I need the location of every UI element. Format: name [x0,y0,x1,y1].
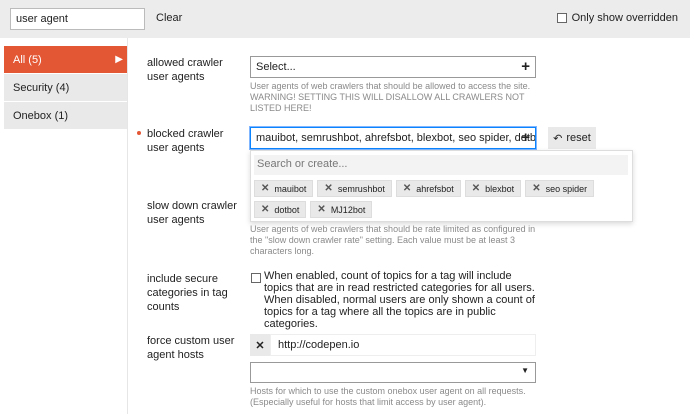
close-icon[interactable]: ✕ [324,183,332,194]
allowed-crawlers-description: User agents of web crawlers that should … [250,81,531,113]
sidebar-item-all[interactable]: All (5) ▶ [4,46,128,74]
chip-dotbot[interactable]: ✕ dotbot [254,201,307,218]
close-icon[interactable]: ✕ [403,183,411,194]
chip-label: dotbot [274,204,300,215]
blocked-crawlers-dropdown: Search or create... ✕ mauibot ✕ semrushbot… [250,150,633,222]
remove-host-button[interactable]: ✕ [250,334,270,356]
only-overridden-toggle[interactable]: Only show overridden [556,12,678,24]
sidebar-item-security[interactable]: Security (4) [4,74,128,102]
allowed-crawlers-select[interactable]: Select... + [250,56,536,78]
sidebar-item-onebox[interactable]: Onebox (1) [4,102,128,130]
close-icon: ✕ [255,339,265,352]
close-icon[interactable]: ✕ [317,204,325,215]
caret-down-icon: ▼ [521,366,529,375]
plus-icon[interactable]: + [521,58,530,75]
chip-label: blexbot [485,183,515,194]
blocked-crawlers-select[interactable]: mauibot, semrushbot, ahrefsbot, blexbot,… [250,127,536,149]
chip-mj12bot[interactable]: ✕ MJ12bot [310,201,373,218]
add-host-select[interactable]: ▼ [250,362,536,383]
only-overridden-checkbox[interactable] [556,13,567,23]
divider [127,38,128,414]
clear-button[interactable]: Clear [156,12,182,24]
reset-button[interactable]: ↶ reset [548,127,596,149]
chip-label: ahrefsbot [416,183,454,194]
overridden-indicator [137,131,141,135]
chip-blexbot[interactable]: ✕ blexbot [464,180,522,197]
search-or-create-input[interactable]: Search or create... [254,155,628,175]
chip-label: mauibot [274,183,307,194]
chip-seo-spider[interactable]: ✕ seo spider [525,180,595,197]
sidebar-item-label: All (5) [13,54,42,66]
sidebar-item-label: Security (4) [13,82,70,94]
allowed-crawlers-value: Select... [256,61,296,73]
close-icon[interactable]: ✕ [532,183,540,194]
blocked-crawlers-value: mauibot, semrushbot, ahrefsbot, blexbot,… [256,132,536,144]
setting-label-allowed-crawlers: allowed crawler user agents [147,57,223,83]
chip-semrushbot[interactable]: ✕ semrushbot [317,180,392,197]
secure-categories-checkbox[interactable] [251,273,261,283]
reset-label: reset [566,132,591,144]
undo-icon: ↶ [553,132,563,145]
close-icon[interactable]: ✕ [472,183,480,194]
chevron-right-icon: ▶ [115,54,123,65]
only-overridden-label: Only show overridden [571,12,678,24]
chip-mauibot[interactable]: ✕ mauibot [254,180,314,197]
secure-categories-row: When enabled, count of topics for a tag … [250,270,540,330]
slow-down-crawlers-description: User agents of web crawlers that should … [250,224,536,256]
custom-hosts-description: Hosts for which to use the custom onebox… [250,386,526,407]
chip-ahrefsbot[interactable]: ✕ ahrefsbot [395,180,461,197]
sidebar-item-label: Onebox (1) [13,110,69,122]
host-input[interactable]: http://codepen.io [270,334,536,356]
close-icon[interactable]: ✕ [261,183,269,194]
chip-label: semrushbot [337,183,385,194]
setting-label-secure-categories: include secure categories in tag counts [147,273,228,313]
setting-label-blocked-crawlers: blocked crawler user agents [147,128,224,154]
chip-label: MJ12bot [330,204,366,215]
plus-icon[interactable]: + [521,129,530,146]
setting-label-custom-hosts: force custom user agent hosts [147,335,235,361]
chip-label: seo spider [545,183,588,194]
category-sidebar: All (5) ▶ Security (4) Onebox (1) [4,46,128,130]
filter-bar: Clear Only show overridden [0,0,690,38]
secure-categories-description: When enabled, count of topics for a tag … [264,270,535,330]
selected-chips: ✕ mauibot ✕ semrushbot ✕ ahrefsbot ✕ blexbot… [254,180,634,218]
setting-label-slow-down-crawlers: slow down crawler user agents [147,200,237,226]
filter-input[interactable] [10,8,145,30]
close-icon[interactable]: ✕ [261,204,269,215]
